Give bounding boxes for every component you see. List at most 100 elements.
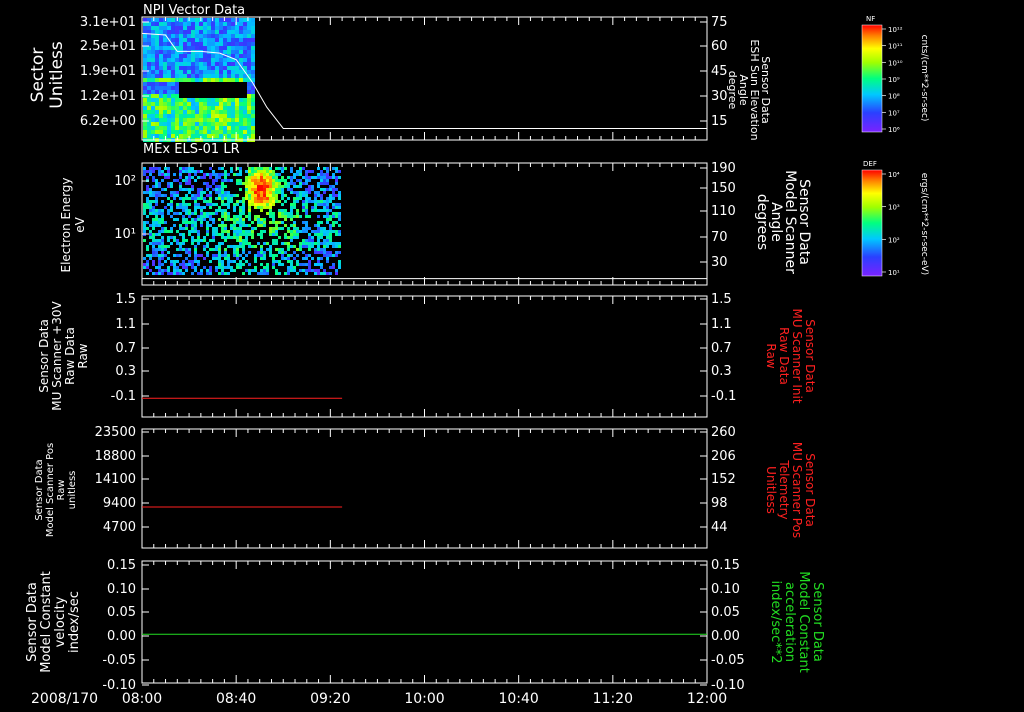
spectrogram-cell (191, 22, 195, 26)
spectrogram-cell (278, 167, 281, 170)
y-tick-label-left: 2.5e+01 (80, 39, 136, 54)
spectrogram-cell (147, 106, 151, 110)
spectrogram-cell (163, 110, 167, 114)
spectrogram-cell (317, 269, 320, 272)
spectrogram-cell (269, 230, 272, 233)
spectrogram-cell (143, 18, 147, 22)
spectrogram-cell (143, 209, 146, 212)
spectrogram-cell (236, 182, 239, 185)
spectrogram-cell (260, 203, 263, 206)
spectrogram-cell (251, 191, 254, 194)
spectrogram-cell (179, 50, 183, 54)
spectrogram-cell (320, 209, 323, 212)
spectrogram-cell (257, 215, 260, 218)
spectrogram-cell (260, 188, 263, 191)
spectrogram-cell (191, 227, 194, 230)
spectrogram-cell (159, 106, 163, 110)
spectrogram-cell (187, 66, 191, 70)
spectrogram-cell (239, 212, 242, 215)
spectrogram-cell (223, 86, 227, 90)
spectrogram-cell (302, 257, 305, 260)
spectrogram-cell (227, 230, 230, 233)
spectrogram-cell (171, 58, 175, 62)
spectrogram-cell (223, 22, 227, 26)
spectrogram-cell (332, 245, 335, 248)
spectrogram-cell (242, 224, 245, 227)
spectrogram-cell (152, 170, 155, 173)
spectrogram-cell (209, 218, 212, 221)
spectrogram-cell (185, 218, 188, 221)
spectrogram-cell (149, 254, 152, 257)
spectrogram-cell (164, 230, 167, 233)
spectrogram-cell (167, 209, 170, 212)
y-tick-label-right: 206 (711, 449, 736, 464)
spectrogram-cell (302, 182, 305, 185)
spectrogram-cell (239, 218, 242, 221)
spectrogram-cell (332, 212, 335, 215)
spectrogram-cell (278, 191, 281, 194)
spectrogram-cell (223, 134, 227, 138)
spectrogram-cell (143, 90, 147, 94)
spectrogram-cell (179, 173, 182, 176)
spectrogram-cell (320, 263, 323, 266)
spectrogram-cell (218, 251, 221, 254)
spectrogram-cell (209, 185, 212, 188)
spectrogram-cell (257, 218, 260, 221)
spectrogram-cell (161, 218, 164, 221)
spectrogram-cell (158, 212, 161, 215)
spectrogram-cell (293, 215, 296, 218)
spectrogram-cell (167, 182, 170, 185)
spectrogram-cell (247, 50, 251, 54)
spectrogram-cell (164, 227, 167, 230)
spectrogram-cell (143, 38, 147, 42)
spectrogram-cell (155, 200, 158, 203)
spectrogram-cell (182, 236, 185, 239)
spectrogram-cell (187, 26, 191, 30)
spectrogram-cell (143, 203, 146, 206)
spectrogram-cell (211, 118, 215, 122)
panel-3-ylabel-right-4: Raw (764, 343, 778, 368)
spectrogram-cell (212, 233, 215, 236)
spectrogram-cell (223, 26, 227, 30)
spectrogram-cell (206, 233, 209, 236)
spectrogram-cell (179, 62, 183, 66)
spectrogram-cell (275, 176, 278, 179)
spectrogram-cell (171, 118, 175, 122)
spectrogram-cell (243, 134, 247, 138)
spectrogram-cell (151, 98, 155, 102)
y-tick-label-left: 18800 (95, 449, 136, 464)
spectrogram-cell (200, 212, 203, 215)
spectrogram-cell (152, 179, 155, 182)
spectrogram-cell (219, 118, 223, 122)
spectrogram-cell (143, 122, 147, 126)
spectrogram-cell (167, 118, 171, 122)
spectrogram-cell (183, 134, 187, 138)
spectrogram-cell (257, 251, 260, 254)
spectrogram-cell (203, 212, 206, 215)
spectrogram-cell (215, 38, 219, 42)
spectrogram-cell (231, 118, 235, 122)
spectrogram-cell (195, 98, 199, 102)
spectrogram-cell (183, 114, 187, 118)
spectrogram-cell (245, 260, 248, 263)
y-tick-label-right: 150 (711, 181, 736, 196)
spectrogram-cell (227, 50, 231, 54)
spectrogram-cell (251, 42, 255, 46)
spectrogram-cell (296, 212, 299, 215)
spectrogram-cell (207, 78, 211, 82)
spectrogram-cell (187, 106, 191, 110)
spectrogram-cell (163, 114, 167, 118)
spectrogram-cell (191, 114, 195, 118)
spectrogram-cell (293, 236, 296, 239)
spectrogram-cell (272, 203, 275, 206)
spectrogram-cell (235, 30, 239, 34)
spectrogram-cell (326, 179, 329, 182)
spectrogram-cell (143, 126, 147, 130)
spectrogram-cell (335, 182, 338, 185)
spectrogram-cell (251, 70, 255, 74)
y-tick-label-left: -0.1 (111, 389, 136, 404)
spectrogram-cell (155, 185, 158, 188)
spectrogram-cell (159, 98, 163, 102)
spectrogram-cell (211, 90, 215, 94)
spectrogram-cell (206, 215, 209, 218)
